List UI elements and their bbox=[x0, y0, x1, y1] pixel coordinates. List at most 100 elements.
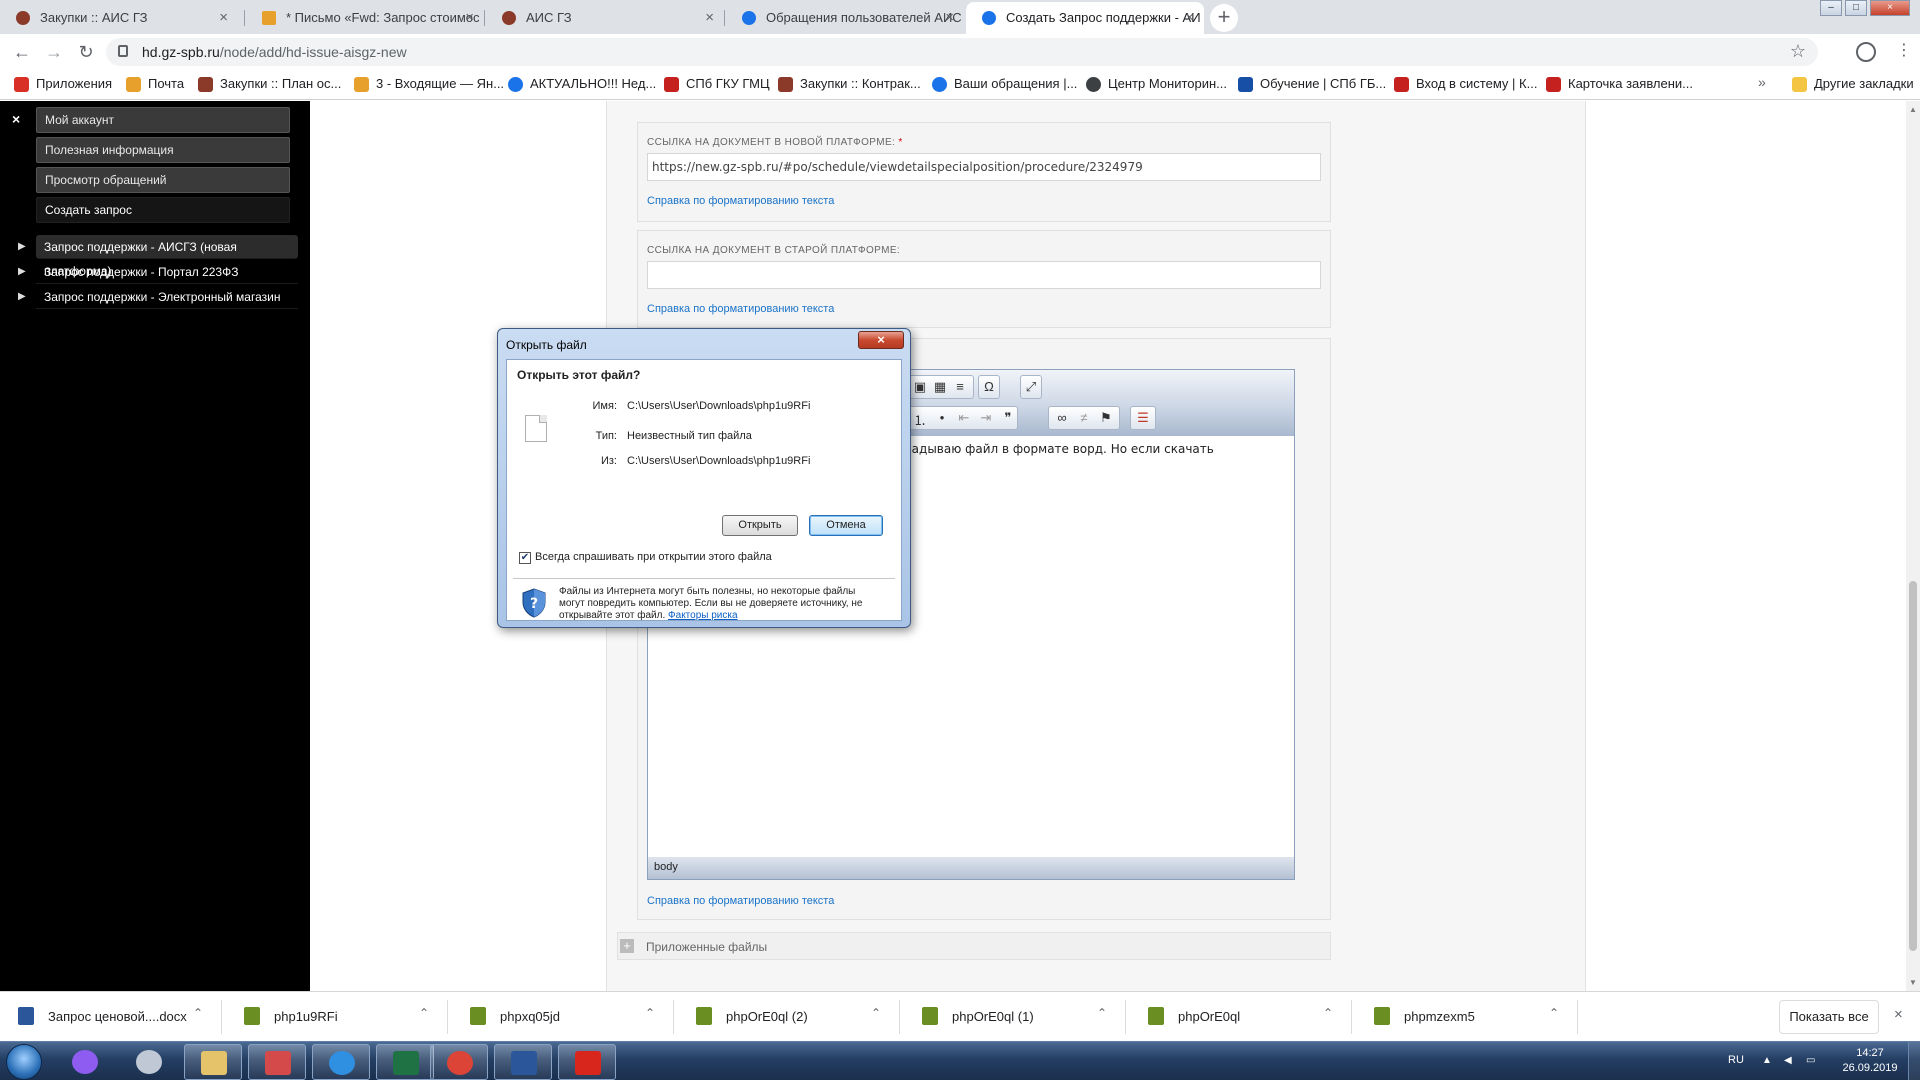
sidebar-item-my-account[interactable]: Мой аккаунт bbox=[36, 107, 290, 133]
close-icon[interactable]: × bbox=[705, 2, 714, 34]
always-ask-checkbox[interactable]: ✔ bbox=[519, 552, 531, 564]
forward-arrow-icon[interactable]: → bbox=[44, 42, 64, 63]
chevron-up-icon[interactable]: ⌃ bbox=[645, 1006, 655, 1020]
close-icon[interactable]: × bbox=[219, 2, 228, 34]
url-bar[interactable]: hd.gz-spb.ru/node/add/hd-issue-aisgz-new… bbox=[106, 38, 1818, 66]
outdent-icon[interactable]: ⇤ bbox=[955, 410, 973, 426]
bookmark-vhod[interactable]: Вход в систему | К... bbox=[1394, 76, 1537, 92]
dialog-close-button[interactable]: × bbox=[858, 331, 904, 349]
open-button[interactable]: Открыть bbox=[722, 515, 798, 536]
cancel-button[interactable]: Отмена bbox=[809, 515, 883, 536]
bookmark-zakupki-kontrakt[interactable]: Закупки :: Контрак... bbox=[778, 76, 921, 92]
chevron-up-icon[interactable]: ⌃ bbox=[1549, 1006, 1559, 1020]
start-button[interactable] bbox=[6, 1044, 42, 1080]
close-icon[interactable]: × bbox=[1185, 2, 1194, 34]
download-item[interactable]: phpOrE0ql ⌃ bbox=[1130, 1000, 1352, 1034]
format-help-link[interactable]: Справка по форматированию текста bbox=[647, 895, 834, 907]
taskbar-app-excel[interactable] bbox=[376, 1044, 434, 1080]
bookmark-gku-gmc[interactable]: СПб ГКУ ГМЦ bbox=[664, 76, 770, 92]
anchor-flag-icon[interactable]: ⚑ bbox=[1097, 410, 1115, 426]
bookmark-zakupki-plan[interactable]: Закупки :: План ос... bbox=[198, 76, 341, 92]
bookmark-obuchenie[interactable]: Обучение | СПб ГБ... bbox=[1238, 76, 1386, 92]
taskbar-app-ie[interactable] bbox=[312, 1044, 370, 1080]
close-icon[interactable]: × bbox=[465, 2, 474, 34]
show-all-downloads-button[interactable]: Показать все bbox=[1779, 1000, 1879, 1034]
volume-muted-icon[interactable]: ◀ bbox=[1784, 1055, 1798, 1067]
chevron-up-icon[interactable]: ⌃ bbox=[871, 1006, 881, 1020]
scrollbar-thumb[interactable] bbox=[1909, 581, 1917, 951]
scroll-down-arrow-icon[interactable]: ▼ bbox=[1909, 978, 1917, 987]
image-icon[interactable]: ▣ bbox=[911, 379, 929, 395]
minimize-button[interactable]: – bbox=[1820, 0, 1842, 16]
special-char-icon[interactable]: Ω bbox=[980, 379, 998, 395]
download-item[interactable]: Запрос ценовой....docx ⌃ bbox=[0, 1000, 222, 1034]
download-item[interactable]: phpxq05jd ⌃ bbox=[452, 1000, 674, 1034]
taskbar-app-explorer[interactable] bbox=[184, 1044, 242, 1080]
download-item[interactable]: phpOrE0ql (1) ⌃ bbox=[904, 1000, 1126, 1034]
tab-zakupki[interactable]: Закупки :: АИС ГЗ × bbox=[0, 2, 238, 34]
bookmark-centr-monitoringa[interactable]: Центр Мониторин... bbox=[1086, 76, 1227, 92]
old-platform-link-input[interactable] bbox=[647, 261, 1321, 289]
sidebar-close-icon[interactable]: × bbox=[12, 111, 20, 127]
format-help-link[interactable]: Справка по форматированию текста bbox=[647, 195, 834, 207]
risk-factors-link[interactable]: Факторы риска bbox=[668, 610, 738, 621]
scroll-up-arrow-icon[interactable]: ▲ bbox=[1909, 105, 1917, 114]
bookmark-aktualno[interactable]: АКТУАЛЬНО!!! Нед... bbox=[508, 76, 656, 92]
sidebar-link-aisgz[interactable]: Запрос поддержки - АИСГЗ (новая платформ… bbox=[36, 235, 298, 278]
bookmark-star-icon[interactable]: ☆ bbox=[1790, 41, 1806, 62]
bookmark-apps[interactable]: Приложения bbox=[14, 76, 112, 92]
link-icon[interactable]: ∞ bbox=[1053, 410, 1071, 426]
reload-icon[interactable]: ↻ bbox=[76, 42, 96, 63]
taskbar-app-acrobat[interactable] bbox=[558, 1044, 616, 1080]
bookmark-vashi-obrascheniya[interactable]: Ваши обращения |... bbox=[932, 76, 1077, 92]
blockquote-icon[interactable]: ❞ bbox=[999, 410, 1017, 426]
bookmark-inbox[interactable]: 3 - Входящие — Ян... bbox=[354, 76, 504, 92]
chevron-up-icon[interactable]: ⌃ bbox=[1323, 1006, 1333, 1020]
taskbar-app-alice[interactable] bbox=[56, 1044, 114, 1080]
bulleted-list-icon[interactable]: • bbox=[933, 410, 951, 426]
language-indicator[interactable]: RU bbox=[1728, 1054, 1744, 1066]
maximize-icon[interactable]: ⤢ bbox=[1022, 379, 1040, 395]
tab-create-request[interactable]: Создать Запрос поддержки - АИ × bbox=[966, 2, 1204, 34]
sidebar-item-useful-info[interactable]: Полезная информация bbox=[36, 137, 290, 163]
tab-obrascheniya[interactable]: Обращения пользователей АИС × bbox=[726, 2, 964, 34]
close-icon[interactable]: × bbox=[1894, 1006, 1903, 1023]
sidebar-item-create-request[interactable]: Создать запрос bbox=[36, 197, 290, 223]
sidebar-link-portal-223[interactable]: Запрос поддержки - Портал 223ФЗ bbox=[36, 260, 298, 284]
bookmark-kartochka[interactable]: Карточка заявлени... bbox=[1546, 76, 1693, 92]
new-tab-button[interactable]: + bbox=[1210, 4, 1238, 32]
download-item[interactable]: phpmzexm5 ⌃ bbox=[1356, 1000, 1578, 1034]
sidebar-item-view-requests[interactable]: Просмотр обращений bbox=[36, 167, 290, 193]
numbered-list-icon[interactable]: ⒈ bbox=[911, 410, 929, 428]
table-icon[interactable]: ▦ bbox=[931, 379, 949, 395]
back-arrow-icon[interactable]: ← bbox=[12, 42, 32, 63]
show-desktop-button[interactable] bbox=[1908, 1042, 1920, 1080]
tab-mail[interactable]: * Письмо «Fwd: Запрос стоимос × bbox=[246, 2, 484, 34]
tray-expand-icon[interactable]: ▲ bbox=[1762, 1055, 1776, 1067]
bookmark-other[interactable]: Другие закладки bbox=[1792, 76, 1914, 92]
expand-plus-icon[interactable]: + bbox=[620, 939, 634, 953]
remove-format-icon[interactable]: ☰ bbox=[1134, 410, 1152, 426]
format-help-link[interactable]: Справка по форматированию текста bbox=[647, 303, 834, 315]
taskbar-app-calendar-pdf[interactable] bbox=[248, 1044, 306, 1080]
download-item[interactable]: phpOrE0ql (2) ⌃ bbox=[678, 1000, 900, 1034]
taskbar-app-paint[interactable] bbox=[120, 1044, 178, 1080]
tab-ais-gz[interactable]: АИС ГЗ × bbox=[486, 2, 724, 34]
window-close-button[interactable]: × bbox=[1870, 0, 1910, 16]
attachments-section[interactable]: + Приложенные файлы bbox=[617, 932, 1331, 960]
horizontal-rule-icon[interactable]: ≡ bbox=[951, 379, 969, 395]
bookmarks-overflow-button[interactable]: » bbox=[1758, 74, 1766, 90]
taskbar-app-word[interactable] bbox=[494, 1044, 552, 1080]
network-icon[interactable]: ▭ bbox=[1806, 1055, 1820, 1067]
chevron-up-icon[interactable]: ⌃ bbox=[193, 1006, 203, 1020]
menu-dots-icon[interactable]: ⋮ bbox=[1896, 40, 1912, 60]
indent-icon[interactable]: ⇥ bbox=[977, 410, 995, 426]
new-platform-link-input[interactable]: https://new.gz-spb.ru/#po/schedule/viewd… bbox=[647, 153, 1321, 181]
unlink-icon[interactable]: ≠ bbox=[1075, 410, 1093, 426]
page-scrollbar[interactable]: ▲ ▼ bbox=[1906, 101, 1920, 991]
taskbar-app-chrome[interactable] bbox=[430, 1044, 488, 1080]
bookmark-pochta[interactable]: Почта bbox=[126, 76, 184, 92]
chevron-up-icon[interactable]: ⌃ bbox=[419, 1006, 429, 1020]
profile-avatar-icon[interactable] bbox=[1856, 42, 1876, 62]
maximize-button[interactable]: □ bbox=[1845, 0, 1867, 16]
